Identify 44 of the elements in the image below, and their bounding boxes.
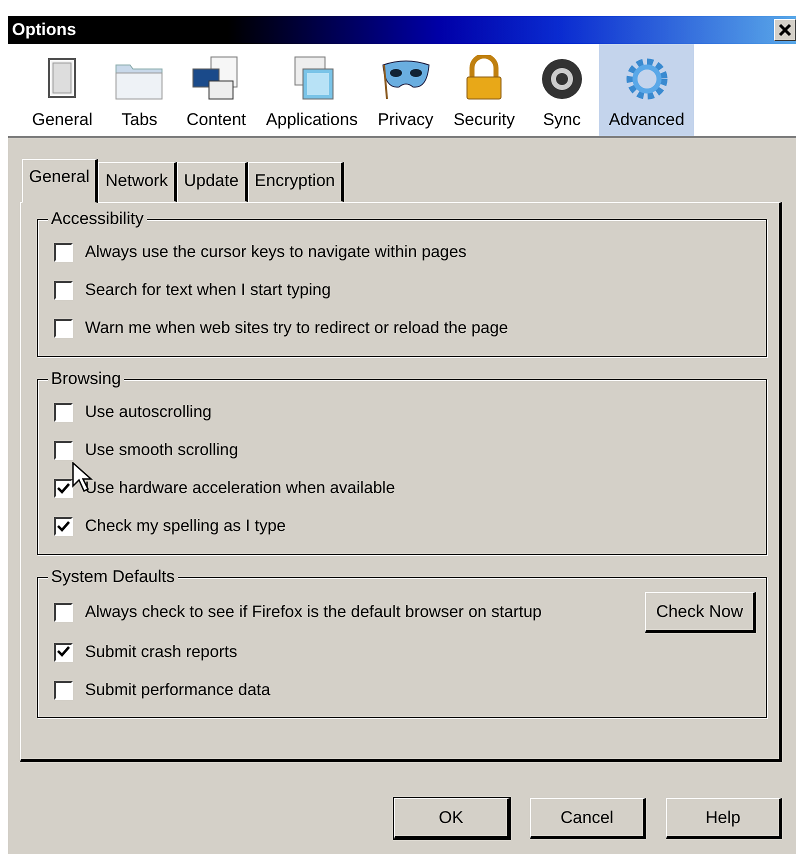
checkbox[interactable] [54,642,73,662]
checkbox-label[interactable]: Submit performance data [85,678,756,702]
group-title: Accessibility [48,208,147,228]
check-icon [57,520,70,532]
checkbox-label[interactable]: Use smooth scrolling [85,438,756,463]
toolbar-button[interactable]: Privacy [368,44,444,136]
checkbox-label[interactable]: Use autoscrolling [85,400,756,425]
checkbox[interactable] [54,602,73,622]
checkbox[interactable] [54,319,73,338]
toolbar-button[interactable]: Tabs [102,44,176,136]
toolbar-button[interactable]: General [22,44,102,136]
checkbox-label[interactable]: Check my spelling as I type [85,514,756,539]
checkbox-label[interactable]: Warn me when web sites try to redirect or reload the page [85,316,756,341]
checkbox[interactable] [54,479,73,498]
toolbar-button[interactable]: Content [176,44,256,136]
tab[interactable]: General [22,159,98,202]
checkbox[interactable] [54,680,73,700]
checkbox-label[interactable]: Search for text when I start typing [85,278,756,303]
checkbox-label[interactable]: Submit crash reports [85,640,756,664]
checkbox-label[interactable]: Always use the cursor keys to navigate within pages [85,240,756,265]
check-icon [57,482,70,494]
tab[interactable]: Encryption [248,162,344,202]
dialog-button[interactable]: Cancel [530,798,646,839]
checkbox[interactable] [54,403,73,422]
toolbar-button[interactable]: Applications [256,44,368,136]
dialog-button[interactable]: OK [394,798,510,839]
close-button[interactable] [774,19,796,41]
checkbox[interactable] [54,281,73,300]
check-icon [57,646,70,658]
dialog-button[interactable]: Help [666,798,782,839]
toolbar-button[interactable]: Security [443,44,525,136]
group-title: System Defaults [48,566,178,586]
checkbox[interactable] [54,517,73,536]
toolbar-button[interactable]: Sync [524,44,599,136]
tab[interactable]: Update [176,162,248,202]
close-icon [778,23,792,37]
group-title: Browsing [48,368,124,388]
checkbox[interactable] [54,243,73,262]
toolbar-button[interactable]: Advanced [598,44,694,136]
checkbox-label[interactable]: Always check to see if Firefox is the default browser on startup [85,600,646,625]
tab[interactable]: Network [98,162,177,202]
window-title: Options [12,19,76,42]
check-now-button[interactable]: Check Now [645,592,756,633]
checkbox[interactable] [54,441,73,460]
